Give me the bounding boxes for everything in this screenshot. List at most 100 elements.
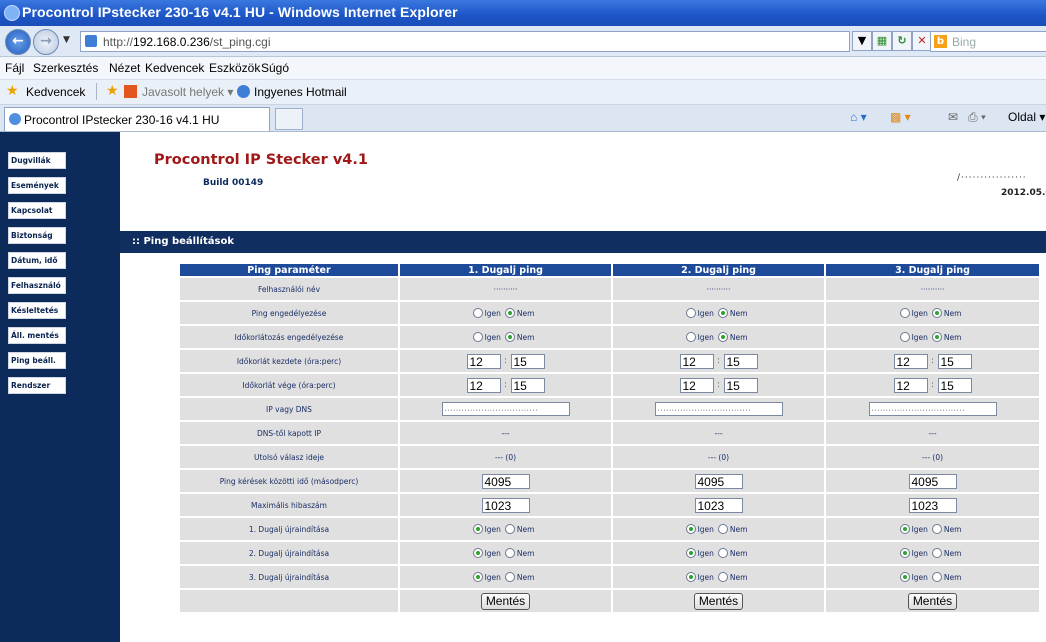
menu-view[interactable]: Nézet: [109, 61, 140, 75]
mail-icon[interactable]: ✉: [948, 110, 958, 124]
radio-no-enable[interactable]: [504, 308, 515, 318]
radio-yes-r3[interactable]: [472, 572, 483, 582]
suggested-sites-link[interactable]: Javasolt helyek ▾: [142, 85, 233, 99]
refresh-icon[interactable]: ↻: [892, 31, 912, 51]
cell-outlet-1-last: --- (0): [400, 446, 611, 468]
radio-no-r1[interactable]: [931, 524, 942, 534]
radio-no-r2[interactable]: [504, 548, 515, 558]
interval-input[interactable]: 4095: [908, 473, 957, 489]
radio-no-label: Nem: [516, 332, 535, 342]
sidebar-item-state-save[interactable]: Áll. mentés: [8, 327, 66, 344]
sidebar-item-datetime[interactable]: Dátum, idő: [8, 252, 66, 269]
forward-button[interactable]: →: [33, 29, 59, 55]
radio-yes-r1[interactable]: [899, 524, 910, 534]
end-hour-input[interactable]: 12: [679, 377, 714, 393]
menu-edit[interactable]: Szerkesztés: [33, 61, 98, 75]
radio-no-enable[interactable]: [931, 308, 942, 318]
radio-yes-r2[interactable]: [899, 548, 910, 558]
interval-input[interactable]: 4095: [694, 473, 743, 489]
sidebar-item-system[interactable]: Rendszer: [8, 377, 66, 394]
page-menu[interactable]: Oldal ▾: [1008, 110, 1045, 124]
start-minute-input[interactable]: 15: [937, 353, 972, 369]
radio-no-label: Nem: [729, 548, 748, 558]
sidebar-item-events[interactable]: Események: [8, 177, 66, 194]
radio-yes-enable[interactable]: [472, 308, 483, 318]
new-tab-button[interactable]: [275, 108, 303, 130]
save-button[interactable]: Mentés: [693, 592, 744, 610]
cell-outlet-2-start: 12:15: [613, 350, 824, 372]
end-hour-input[interactable]: 12: [466, 377, 501, 393]
address-dropdown-icon[interactable]: ▼: [852, 31, 872, 51]
radio-no-time_enable[interactable]: [717, 332, 728, 342]
start-hour-input[interactable]: 12: [893, 353, 928, 369]
rss-icon[interactable]: ▩ ▾: [890, 110, 911, 124]
radio-no-r2[interactable]: [931, 548, 942, 558]
start-hour-input[interactable]: 12: [679, 353, 714, 369]
start-minute-input[interactable]: 15: [723, 353, 758, 369]
ip-dns-input[interactable]: ·································: [868, 402, 997, 416]
radio-no-time_enable[interactable]: [504, 332, 515, 342]
radio-yes-time_enable[interactable]: [472, 332, 483, 342]
hotmail-link[interactable]: Ingyenes Hotmail: [254, 85, 347, 99]
menu-help[interactable]: Súgó: [261, 61, 289, 75]
radio-yes-r3[interactable]: [685, 572, 696, 582]
menu-tools[interactable]: Eszközök: [209, 61, 260, 75]
radio-yes-r2[interactable]: [472, 548, 483, 558]
address-bar[interactable]: http://192.168.0.236/st_ping.cgi: [80, 31, 850, 52]
tab-current[interactable]: Procontrol IPstecker 230-16 v4.1 HU: [4, 107, 270, 131]
radio-yes-time_enable[interactable]: [685, 332, 696, 342]
start-minute-input[interactable]: 15: [510, 353, 545, 369]
radio-yes-enable[interactable]: [685, 308, 696, 318]
sidebar-item-security[interactable]: Biztonság: [8, 227, 66, 244]
menu-file[interactable]: Fájl: [5, 61, 24, 75]
cell-outlet-3-start: 12:15: [826, 350, 1039, 372]
maxerr-input[interactable]: 1023: [481, 497, 530, 513]
ip-dns-input[interactable]: ·································: [441, 402, 570, 416]
save-button[interactable]: Mentés: [480, 592, 531, 610]
history-dropdown-icon[interactable]: ▼: [63, 35, 70, 45]
sidebar-item-connection[interactable]: Kapcsolat: [8, 202, 66, 219]
end-minute-input[interactable]: 15: [723, 377, 758, 393]
menu-favorites[interactable]: Kedvencek: [145, 61, 204, 75]
radio-yes-time_enable[interactable]: [899, 332, 910, 342]
home-icon[interactable]: ⌂ ▾: [850, 110, 867, 124]
radio-no-r3[interactable]: [717, 572, 728, 582]
add-favorite-icon[interactable]: ★: [106, 83, 119, 99]
compatibility-icon[interactable]: ▦: [872, 31, 892, 51]
end-hour-input[interactable]: 12: [893, 377, 928, 393]
favorites-button[interactable]: Kedvencek: [26, 85, 85, 99]
radio-yes-r2[interactable]: [685, 548, 696, 558]
ip-dns-input[interactable]: ·································: [654, 402, 783, 416]
end-minute-input[interactable]: 15: [510, 377, 545, 393]
radio-yes-enable[interactable]: [899, 308, 910, 318]
radio-yes-r1[interactable]: [472, 524, 483, 534]
maxerr-input[interactable]: 1023: [908, 497, 957, 513]
sidebar-item-delay[interactable]: Késleltetés: [8, 302, 66, 319]
sidebar-item-ping[interactable]: Ping beáll.: [8, 352, 66, 369]
address-url[interactable]: http://192.168.0.236/st_ping.cgi: [103, 35, 270, 49]
start-hour-input[interactable]: 12: [466, 353, 501, 369]
end-minute-input[interactable]: 15: [937, 377, 972, 393]
radio-no-r3[interactable]: [504, 572, 515, 582]
page-icon: [85, 35, 97, 47]
maxerr-input[interactable]: 1023: [694, 497, 743, 513]
stop-icon[interactable]: ✕: [912, 31, 932, 51]
search-box[interactable]: b Bing: [930, 31, 1046, 52]
radio-no-r2[interactable]: [717, 548, 728, 558]
radio-no-r1[interactable]: [717, 524, 728, 534]
radio-yes-r3[interactable]: [899, 572, 910, 582]
print-icon[interactable]: ⎙ ▾: [968, 110, 986, 125]
radio-no-r3[interactable]: [931, 572, 942, 582]
section-title: :: Ping beállítások: [132, 236, 234, 247]
radio-no-time_enable[interactable]: [931, 332, 942, 342]
radio-no-enable[interactable]: [717, 308, 728, 318]
interval-input[interactable]: 4095: [481, 473, 530, 489]
radio-no-r1[interactable]: [504, 524, 515, 534]
sidebar-item-user[interactable]: Felhasználó: [8, 277, 66, 294]
back-button[interactable]: ←: [5, 29, 31, 55]
sidebar-item-outlets[interactable]: Dugvillák: [8, 152, 66, 169]
page-title: Procontrol IP Stecker v4.1: [154, 152, 368, 168]
save-button[interactable]: Mentés: [907, 592, 958, 610]
radio-yes-r1[interactable]: [685, 524, 696, 534]
radio-yes-label: Igen: [697, 548, 714, 558]
